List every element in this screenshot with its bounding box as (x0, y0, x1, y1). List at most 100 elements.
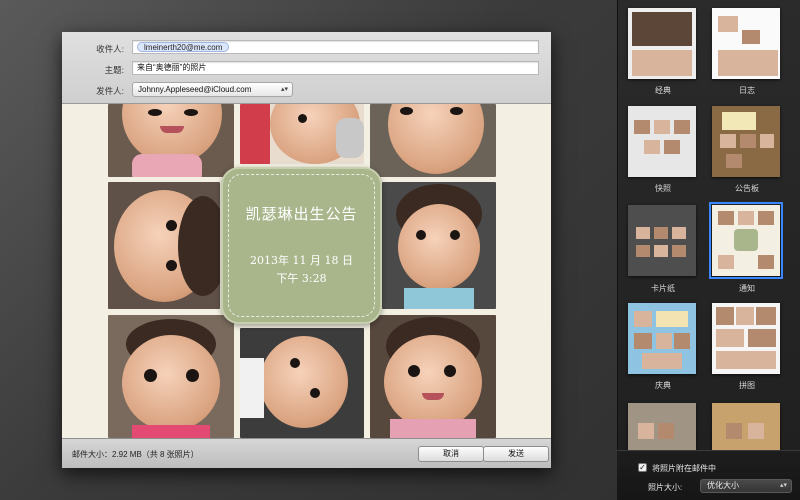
template-label: 卡片纸 (651, 284, 675, 293)
thumb-photo (638, 423, 654, 439)
photo-3[interactable] (370, 104, 496, 177)
thumb-photo (738, 211, 754, 225)
thumb-photo (720, 134, 736, 148)
template-classic[interactable] (628, 8, 696, 79)
attach-photos-checkbox[interactable]: ✓ (638, 463, 647, 472)
card-date[interactable]: 2013年 11 月 18 日 (223, 252, 380, 268)
thumb-photo (634, 333, 652, 349)
template-label: 日志 (739, 86, 755, 95)
thumb-photo (758, 211, 774, 225)
template-cardstock[interactable] (628, 205, 696, 276)
thumb-photo (736, 307, 754, 325)
thumb-photo (674, 333, 690, 349)
baby-eye (290, 358, 300, 368)
popup-arrows-icon: ▴▾ (779, 482, 787, 489)
baby-eye (298, 114, 307, 123)
thumb-photo (632, 50, 692, 76)
thumb-photo (642, 353, 682, 369)
thumb-photo (716, 329, 744, 347)
thumb-photo (760, 134, 774, 148)
pink-dress (132, 154, 202, 177)
thumb-photo (674, 120, 690, 134)
photo-6[interactable] (108, 315, 234, 438)
photo-1[interactable] (108, 104, 234, 177)
baby-eye (444, 365, 456, 377)
from-value: Johnny.Appleseed@iCloud.com (138, 85, 252, 94)
thumb-photo (718, 16, 738, 32)
baby-eye (186, 369, 199, 382)
thumb-photo (758, 255, 774, 269)
announcement-card[interactable]: 凯瑟琳出生公告 2013年 11 月 18 日 下午 3:28 (221, 167, 382, 324)
thumb-photo (654, 245, 668, 257)
baby-eye (408, 365, 420, 377)
subject-label: 主题: (104, 65, 124, 75)
message-size-text: 邮件大小：2.92 MB（共 8 张照片） (72, 450, 199, 459)
thumb-photo (740, 134, 756, 148)
template-collage[interactable] (712, 303, 780, 374)
template-label: 快照 (655, 184, 671, 193)
photo-4[interactable] (108, 182, 220, 309)
thumb-photo (742, 30, 760, 44)
from-label: 发件人: (96, 86, 124, 96)
baby-eye (184, 109, 198, 116)
attach-photos-label[interactable]: 将照片附在邮件中 (652, 463, 716, 474)
template-snapshot[interactable] (628, 106, 696, 177)
thumb-photo (654, 120, 670, 134)
template-announcement[interactable] (709, 202, 783, 279)
to-label: 收件人: (96, 44, 124, 54)
baby-face (260, 336, 348, 428)
thumb-photo (718, 255, 734, 269)
thumb-photo (634, 120, 650, 134)
thumb-photo (656, 333, 672, 349)
thumb-photo (716, 351, 776, 369)
template-partial-2[interactable] (712, 403, 780, 450)
thumb-photo (716, 307, 734, 325)
template-bulletin-board[interactable] (712, 106, 780, 177)
photo-size-select[interactable]: 优化大小 ▴▾ (700, 479, 792, 493)
sheet-footer: 邮件大小：2.92 MB（共 8 张照片） 取消 发送 (62, 438, 551, 468)
baby-eye (310, 388, 320, 398)
send-button[interactable]: 发送 (483, 446, 549, 462)
baby-face (384, 335, 482, 429)
template-sidebar: 经典 日志 快照 公告板 卡片纸 通知 庆典 拼图 (617, 0, 800, 500)
template-celebration[interactable] (628, 303, 696, 374)
template-label: 通知 (739, 284, 755, 293)
baby-mouth (422, 393, 444, 400)
photo-7[interactable] (240, 328, 364, 438)
card-title[interactable]: 凯瑟琳出生公告 (223, 203, 380, 224)
baby-hair (178, 196, 220, 296)
baby-eye (144, 369, 157, 382)
baby-eye (450, 230, 460, 240)
template-label: 庆典 (655, 381, 671, 390)
recipient-token[interactable]: lmeinerth20@me.com (137, 42, 230, 52)
baby-eye (166, 260, 177, 271)
subject-field[interactable]: 来自“奥德丽”的照片 (132, 61, 539, 75)
photo-8[interactable] (370, 315, 496, 438)
thumb-photo (632, 12, 692, 46)
baby-eye (400, 107, 413, 115)
photo-5[interactable] (382, 182, 496, 309)
template-journal[interactable] (712, 8, 780, 79)
card-time[interactable]: 下午 3:28 (223, 270, 380, 286)
thumb-photo (748, 329, 776, 347)
red-blanket (240, 104, 270, 164)
thumb-photo (718, 211, 734, 225)
thumb-photo (718, 50, 778, 76)
baby-mouth (160, 126, 184, 133)
photo-size-label: 照片大小: (648, 483, 683, 492)
thumb-photo (748, 423, 764, 439)
photo-size-value: 优化大小 (707, 481, 739, 490)
cancel-button[interactable]: 取消 (418, 446, 484, 462)
toy (336, 118, 364, 158)
popup-arrows-icon: ▴▾ (280, 86, 288, 93)
thumb-note (656, 311, 688, 327)
thumb-photo (636, 245, 650, 257)
baby-eye (450, 107, 463, 115)
to-field[interactable]: lmeinerth20@me.com (132, 40, 539, 54)
template-partial-1[interactable] (628, 403, 696, 450)
baby-eye (166, 220, 177, 231)
baby-eye (416, 230, 426, 240)
photo-2[interactable] (240, 104, 364, 164)
thumb-photo (634, 311, 652, 327)
from-popup[interactable]: Johnny.Appleseed@iCloud.com ▴▾ (132, 82, 293, 97)
